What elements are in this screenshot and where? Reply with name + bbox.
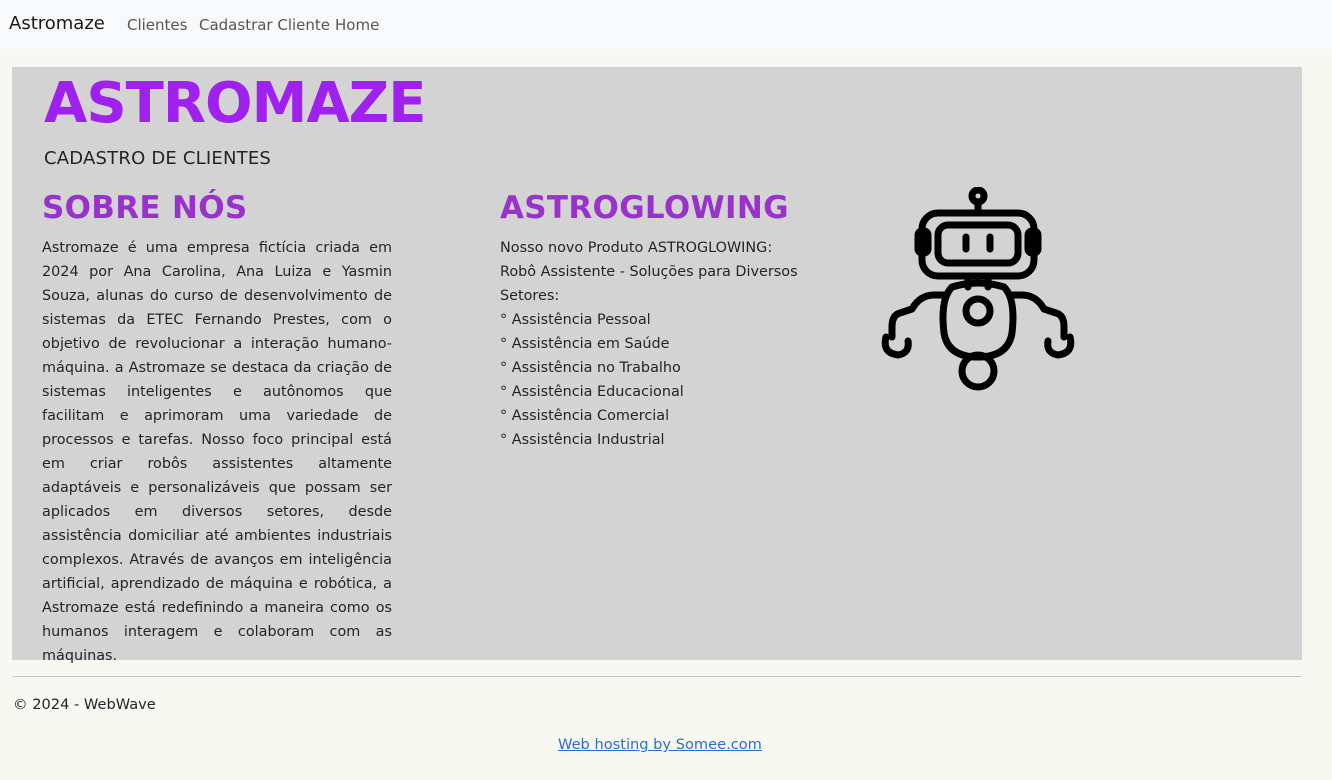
robot-icon [881,187,1075,391]
product-item: ° Assistência Educacional [500,384,684,400]
copyright-text: © 2024 - WebWave [13,696,156,713]
web-hosting-link[interactable]: Web hosting by Somee.com [558,736,762,753]
product-item: ° Assistência no Trabalho [500,360,681,376]
about-text: Astromaze é uma empresa fictícia criada … [42,240,392,664]
product-item: ° Assistência Industrial [500,432,665,448]
product-intro: Nosso novo Produto ASTROGLOWING: Robô As… [500,240,798,304]
nav-link-clientes[interactable]: Clientes [127,16,187,34]
product-item: ° Assistência em Saúde [500,336,670,352]
product-title: ASTROGLOWING [500,190,789,226]
product-item: ° Assistência Pessoal [500,312,651,328]
brand-link[interactable]: Astromaze [9,13,105,34]
hero-title: ASTROMAZE [44,71,427,136]
navbar: Astromaze Clientes Cadastrar Cliente Hom… [0,0,1332,50]
about-title: SOBRE NÓS [42,190,248,226]
product-item: ° Assistência Comercial [500,408,670,424]
product-description: Nosso novo Produto ASTROGLOWING: Robô As… [500,236,810,452]
nav-link-cadastrar-cliente[interactable]: Cadastrar Cliente [199,16,330,34]
jumbotron: ASTROMAZE CADASTRO DE CLIENTES SOBRE NÓS… [12,67,1302,664]
footer-divider [12,676,1302,677]
nav-link-home[interactable]: Home [335,16,379,34]
hero-subtitle: CADASTRO DE CLIENTES [44,148,272,169]
